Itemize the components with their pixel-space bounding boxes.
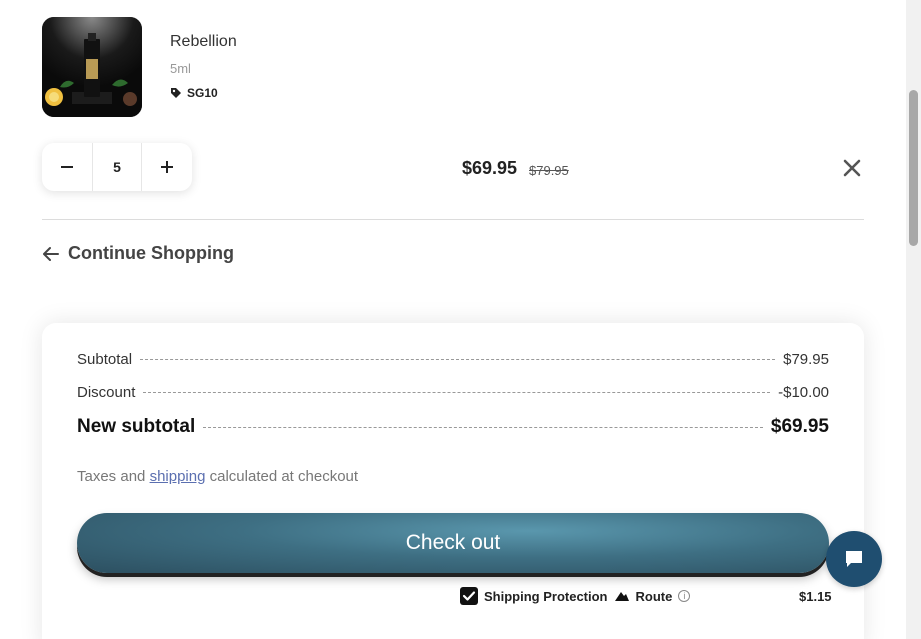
product-image[interactable] bbox=[42, 17, 142, 117]
increase-quantity-button[interactable] bbox=[142, 143, 192, 191]
tag-icon bbox=[171, 88, 181, 98]
quantity-input[interactable]: 5 bbox=[92, 143, 142, 191]
close-icon bbox=[843, 159, 861, 177]
shipping-protection-label: Shipping Protection bbox=[484, 588, 608, 604]
subtotal-label: Subtotal bbox=[77, 351, 133, 368]
product-variant: 5ml bbox=[170, 61, 191, 76]
decrease-quantity-button[interactable] bbox=[42, 143, 92, 191]
leader-dots bbox=[140, 359, 776, 360]
discount-value: -$10.00 bbox=[778, 384, 829, 401]
route-brand: Route bbox=[635, 588, 673, 604]
order-summary-card: Subtotal $79.95 Discount -$10.00 New sub… bbox=[42, 323, 864, 639]
product-price: $69.95 bbox=[462, 158, 518, 178]
checkmark-icon bbox=[462, 591, 476, 601]
checkout-button[interactable]: Check out bbox=[77, 513, 829, 573]
shipping-protection-price: $1.15 bbox=[799, 589, 832, 604]
discount-label: Discount bbox=[77, 384, 136, 401]
plus-icon bbox=[161, 161, 173, 173]
cart-page: Rebellion 5ml SG10 5 $69.95 $79.95 Conti… bbox=[0, 0, 921, 639]
route-logo-icon bbox=[614, 592, 629, 601]
discount-row: Discount -$10.00 bbox=[77, 384, 829, 401]
leader-dots bbox=[203, 427, 763, 428]
taxes-note: Taxes and shipping calculated at checkou… bbox=[77, 468, 358, 485]
taxes-suffix: calculated at checkout bbox=[209, 468, 359, 485]
taxes-prefix: Taxes and bbox=[77, 468, 146, 485]
shipping-protection: Shipping Protection Route i bbox=[460, 587, 691, 605]
arrow-left-icon bbox=[43, 246, 59, 261]
new-subtotal-value: $69.95 bbox=[770, 416, 829, 437]
minus-icon bbox=[61, 166, 73, 168]
product-name[interactable]: Rebellion bbox=[170, 33, 237, 51]
chat-button[interactable] bbox=[826, 531, 882, 587]
subtotal-row: Subtotal $79.95 bbox=[77, 351, 829, 368]
discount-code-label: SG10 bbox=[187, 86, 218, 100]
shipping-protection-checkbox[interactable] bbox=[460, 587, 478, 605]
new-subtotal-label: New subtotal bbox=[77, 416, 196, 437]
info-icon[interactable]: i bbox=[678, 590, 691, 602]
chat-icon bbox=[846, 551, 862, 567]
quantity-stepper: 5 bbox=[42, 143, 192, 191]
continue-shopping-label: Continue Shopping bbox=[68, 243, 234, 263]
leader-dots bbox=[143, 392, 771, 393]
shipping-link[interactable]: shipping bbox=[150, 468, 206, 485]
scrollbar-thumb[interactable] bbox=[909, 90, 918, 246]
new-subtotal-row: New subtotal $69.95 bbox=[77, 416, 829, 438]
remove-item-button[interactable] bbox=[840, 156, 864, 180]
continue-shopping-link[interactable]: Continue Shopping bbox=[42, 243, 234, 264]
divider bbox=[42, 219, 864, 220]
discount-code: SG10 bbox=[170, 86, 218, 100]
product-compare-price: $79.95 bbox=[529, 163, 569, 178]
subtotal-value: $79.95 bbox=[783, 351, 829, 368]
